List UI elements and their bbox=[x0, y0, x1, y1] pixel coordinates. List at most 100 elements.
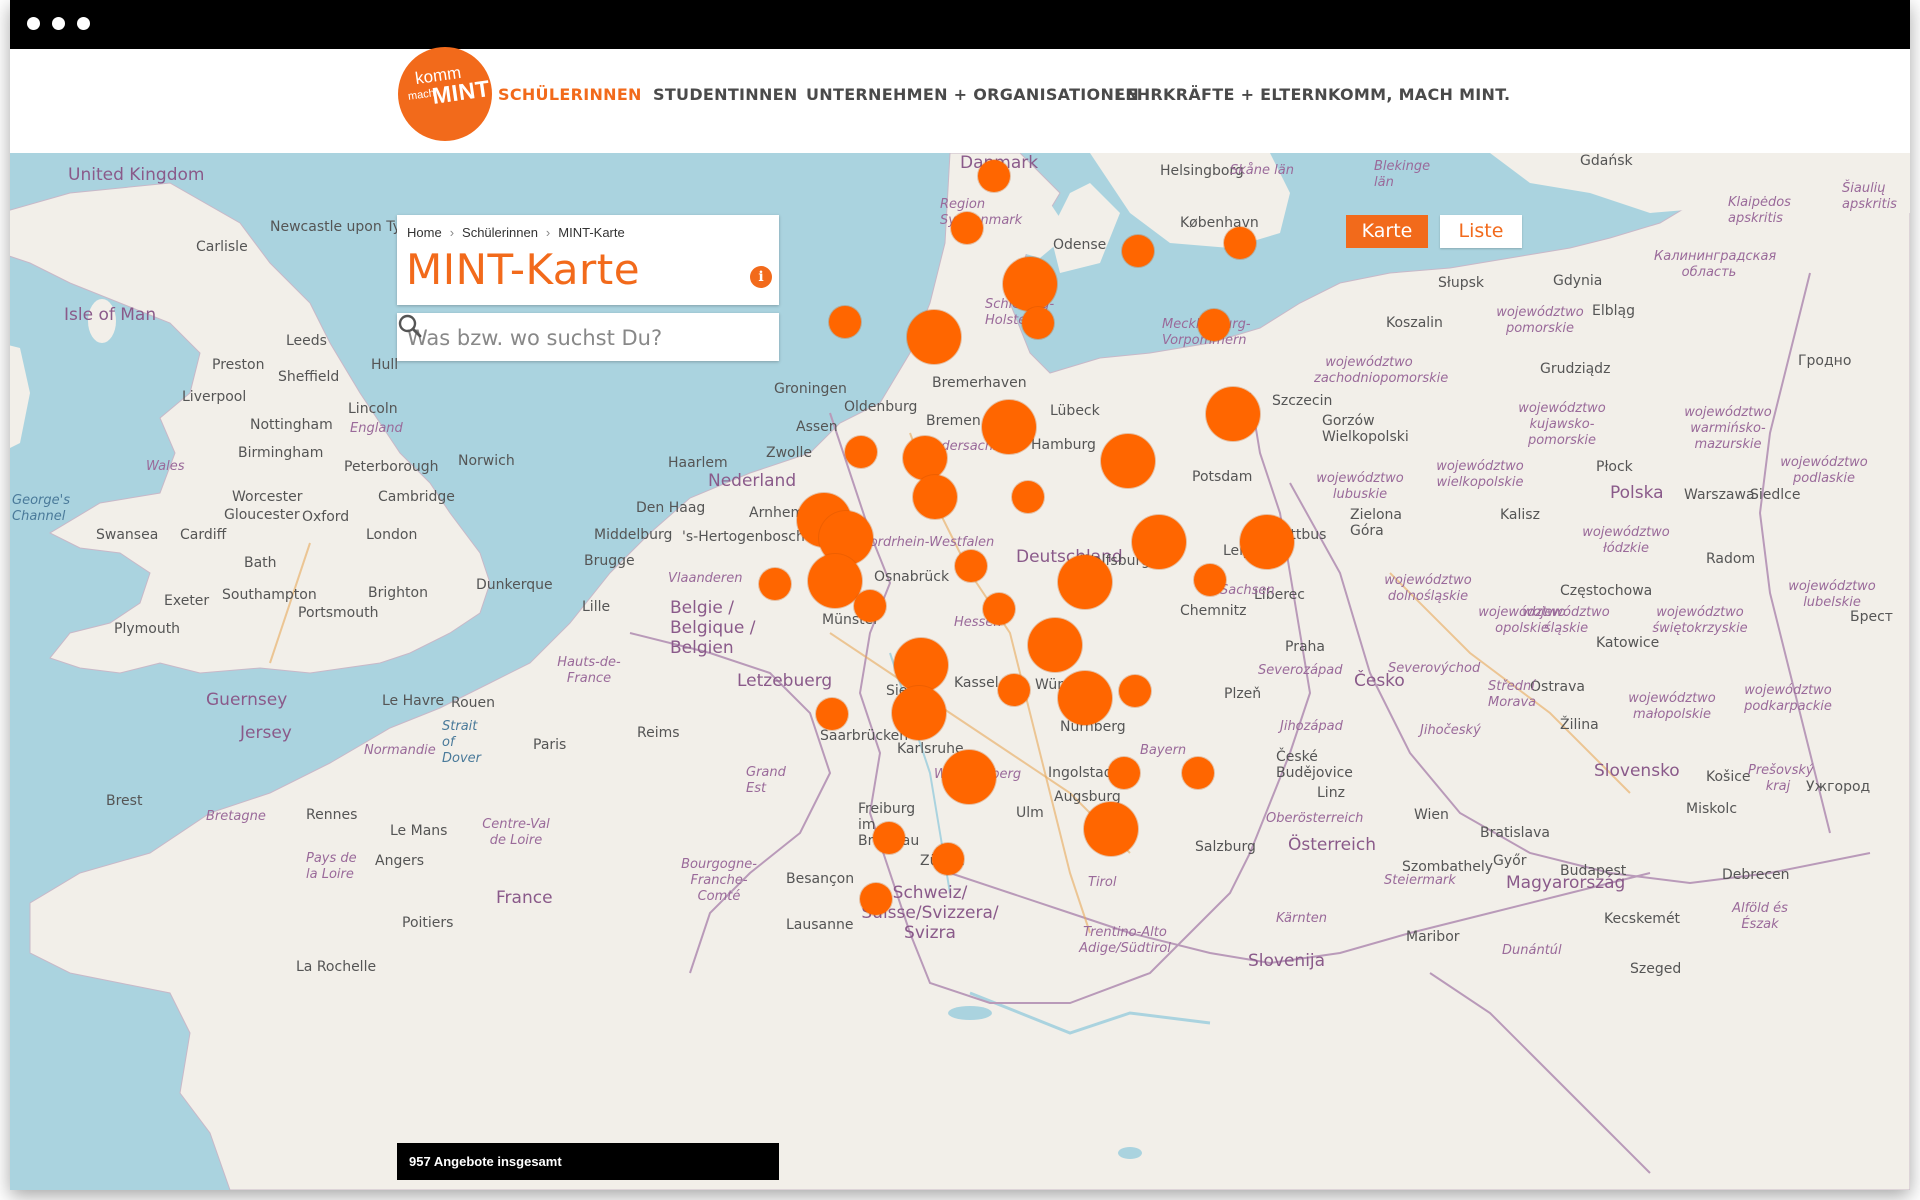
map-label-country: Nederland bbox=[708, 471, 797, 491]
map-marker[interactable] bbox=[1022, 307, 1054, 339]
map-marker[interactable] bbox=[892, 686, 946, 740]
map-marker[interactable] bbox=[1058, 555, 1112, 609]
map-label-country: Letzebuerg bbox=[737, 671, 833, 691]
map-marker[interactable] bbox=[951, 212, 983, 244]
map-label-country: Slovensko bbox=[1594, 761, 1680, 781]
map-label-region: województwo dolnośląskie bbox=[1384, 573, 1472, 604]
map-label-region: Normandie bbox=[364, 743, 436, 758]
map-label-region: Калининградская область bbox=[1654, 249, 1777, 280]
nav-item-schuelerinnen[interactable]: SCHÜLERINNEN bbox=[498, 85, 642, 104]
view-toggle-map[interactable]: Karte bbox=[1346, 215, 1428, 248]
map-marker[interactable] bbox=[1198, 309, 1230, 341]
map-marker[interactable] bbox=[816, 698, 848, 730]
map-marker[interactable] bbox=[854, 590, 886, 622]
map-label-city: Oldenburg bbox=[844, 399, 918, 415]
map-label-region: Klaipėdos apskritis bbox=[1728, 195, 1791, 226]
map-label-city: Koszalin bbox=[1386, 315, 1443, 331]
map-label-city: Győr bbox=[1493, 853, 1527, 869]
map-marker[interactable] bbox=[1012, 481, 1044, 513]
map-marker[interactable] bbox=[1003, 257, 1057, 311]
map-marker[interactable] bbox=[998, 674, 1030, 706]
map-marker[interactable] bbox=[907, 310, 961, 364]
map-label-city: Birmingham bbox=[238, 445, 324, 461]
map-marker[interactable] bbox=[1206, 387, 1260, 441]
map-label-city: Zielona Góra bbox=[1350, 507, 1403, 539]
window-control-dot[interactable] bbox=[52, 17, 65, 30]
map-label-region: Skåne län bbox=[1230, 163, 1294, 178]
map-marker[interactable] bbox=[1224, 227, 1256, 259]
map-label-country: Polska bbox=[1610, 483, 1664, 503]
breadcrumb-current: MINT-Karte bbox=[558, 225, 625, 240]
window-control-dot[interactable] bbox=[27, 17, 40, 30]
map-label-city: Szeged bbox=[1630, 961, 1682, 977]
top-navigation: komm mach MINT SCHÜLERINNEN STUDENTINNEN… bbox=[10, 47, 1910, 154]
map-marker[interactable] bbox=[1194, 564, 1226, 596]
map-marker[interactable] bbox=[1122, 235, 1154, 267]
map-marker[interactable] bbox=[1132, 515, 1186, 569]
map-label-city: Szczecin bbox=[1272, 393, 1333, 409]
map-label-city: Lincoln bbox=[348, 401, 398, 417]
map-label-region: Tirol bbox=[1088, 875, 1117, 890]
map-label-city: Maribor bbox=[1406, 929, 1460, 945]
map-label-city: Swansea bbox=[96, 527, 159, 543]
map-marker[interactable] bbox=[1028, 618, 1082, 672]
map-marker[interactable] bbox=[845, 436, 877, 468]
breadcrumb-home[interactable]: Home bbox=[407, 225, 442, 240]
map-marker[interactable] bbox=[978, 160, 1010, 192]
map-marker[interactable] bbox=[983, 593, 1015, 625]
map-marker[interactable] bbox=[982, 400, 1036, 454]
map-marker[interactable] bbox=[759, 568, 791, 600]
map-marker[interactable] bbox=[1058, 671, 1112, 725]
map-marker[interactable] bbox=[1101, 434, 1155, 488]
map-label-city: Gorzów Wielkopolski bbox=[1322, 413, 1409, 445]
map-marker[interactable] bbox=[1182, 757, 1214, 789]
komm-mach-mint-logo[interactable]: komm mach MINT bbox=[398, 47, 492, 141]
map-label-city: Lille bbox=[582, 599, 611, 615]
nav-item-komm-mach-mint[interactable]: KOMM, MACH MINT. bbox=[1328, 85, 1510, 104]
info-icon[interactable]: i bbox=[750, 266, 772, 288]
map-marker[interactable] bbox=[932, 843, 964, 875]
map-label-city: Salzburg bbox=[1195, 839, 1256, 855]
map-marker[interactable] bbox=[894, 638, 948, 692]
nav-item-unternehmen-organisationen[interactable]: UNTERNEHMEN + ORGANISATIONEN bbox=[806, 85, 1139, 104]
view-toggle-list[interactable]: Liste bbox=[1440, 215, 1522, 248]
map-label-region: województwo śląskie bbox=[1522, 605, 1610, 636]
map-label-city: Debrecen bbox=[1722, 867, 1790, 883]
map-label-city: Praha bbox=[1285, 639, 1325, 655]
map-label-country: Isle of Man bbox=[64, 305, 157, 325]
map-label-city: Gloucester bbox=[224, 507, 300, 523]
map-label-region: Trentino-Alto Adige/Südtirol bbox=[1079, 925, 1171, 956]
search-input[interactable] bbox=[405, 313, 729, 363]
map-label-city: Płock bbox=[1596, 459, 1633, 475]
map-marker[interactable] bbox=[913, 475, 957, 519]
map-label-city: Žilina bbox=[1560, 717, 1599, 733]
window-control-dot[interactable] bbox=[77, 17, 90, 30]
map-marker[interactable] bbox=[1119, 675, 1151, 707]
nav-item-lehrkraefte-eltern[interactable]: LEHRKRÄFTE + ELTERN bbox=[1115, 85, 1328, 104]
map-marker[interactable] bbox=[873, 822, 905, 854]
map-label-city: Chemnitz bbox=[1180, 603, 1247, 619]
map-label-city: Miskolc bbox=[1686, 801, 1738, 817]
nav-item-studentinnen[interactable]: STUDENTINNEN bbox=[653, 85, 798, 104]
mint-map[interactable]: United Kingdom Isle of Man Nederland Deu… bbox=[10, 153, 1910, 1190]
map-marker[interactable] bbox=[1108, 757, 1140, 789]
map-marker[interactable] bbox=[942, 750, 996, 804]
map-label-region: Vlaanderen bbox=[668, 571, 743, 586]
breadcrumb-separator: › bbox=[449, 225, 455, 240]
map-label-city: Częstochowa bbox=[1560, 583, 1653, 599]
map-marker[interactable] bbox=[1240, 515, 1294, 569]
map-label-city: Plzeň bbox=[1224, 686, 1262, 702]
breadcrumb-section[interactable]: Schülerinnen bbox=[462, 225, 538, 240]
map-marker[interactable] bbox=[903, 436, 947, 480]
map-label-city: Rennes bbox=[306, 807, 358, 823]
map-label-region: Severovýchod bbox=[1388, 661, 1481, 676]
map-marker[interactable] bbox=[829, 306, 861, 338]
map-marker[interactable] bbox=[955, 550, 987, 582]
search-icon[interactable] bbox=[397, 313, 423, 339]
map-marker[interactable] bbox=[1084, 802, 1138, 856]
map-marker[interactable] bbox=[860, 883, 892, 915]
map-label-city: Osnabrück bbox=[874, 569, 950, 585]
map-label-region: województwo podkarpackie bbox=[1744, 683, 1832, 714]
map-label-city: Norwich bbox=[458, 453, 515, 469]
total-offers-bar: 957 Angebote insgesamt bbox=[397, 1143, 779, 1180]
